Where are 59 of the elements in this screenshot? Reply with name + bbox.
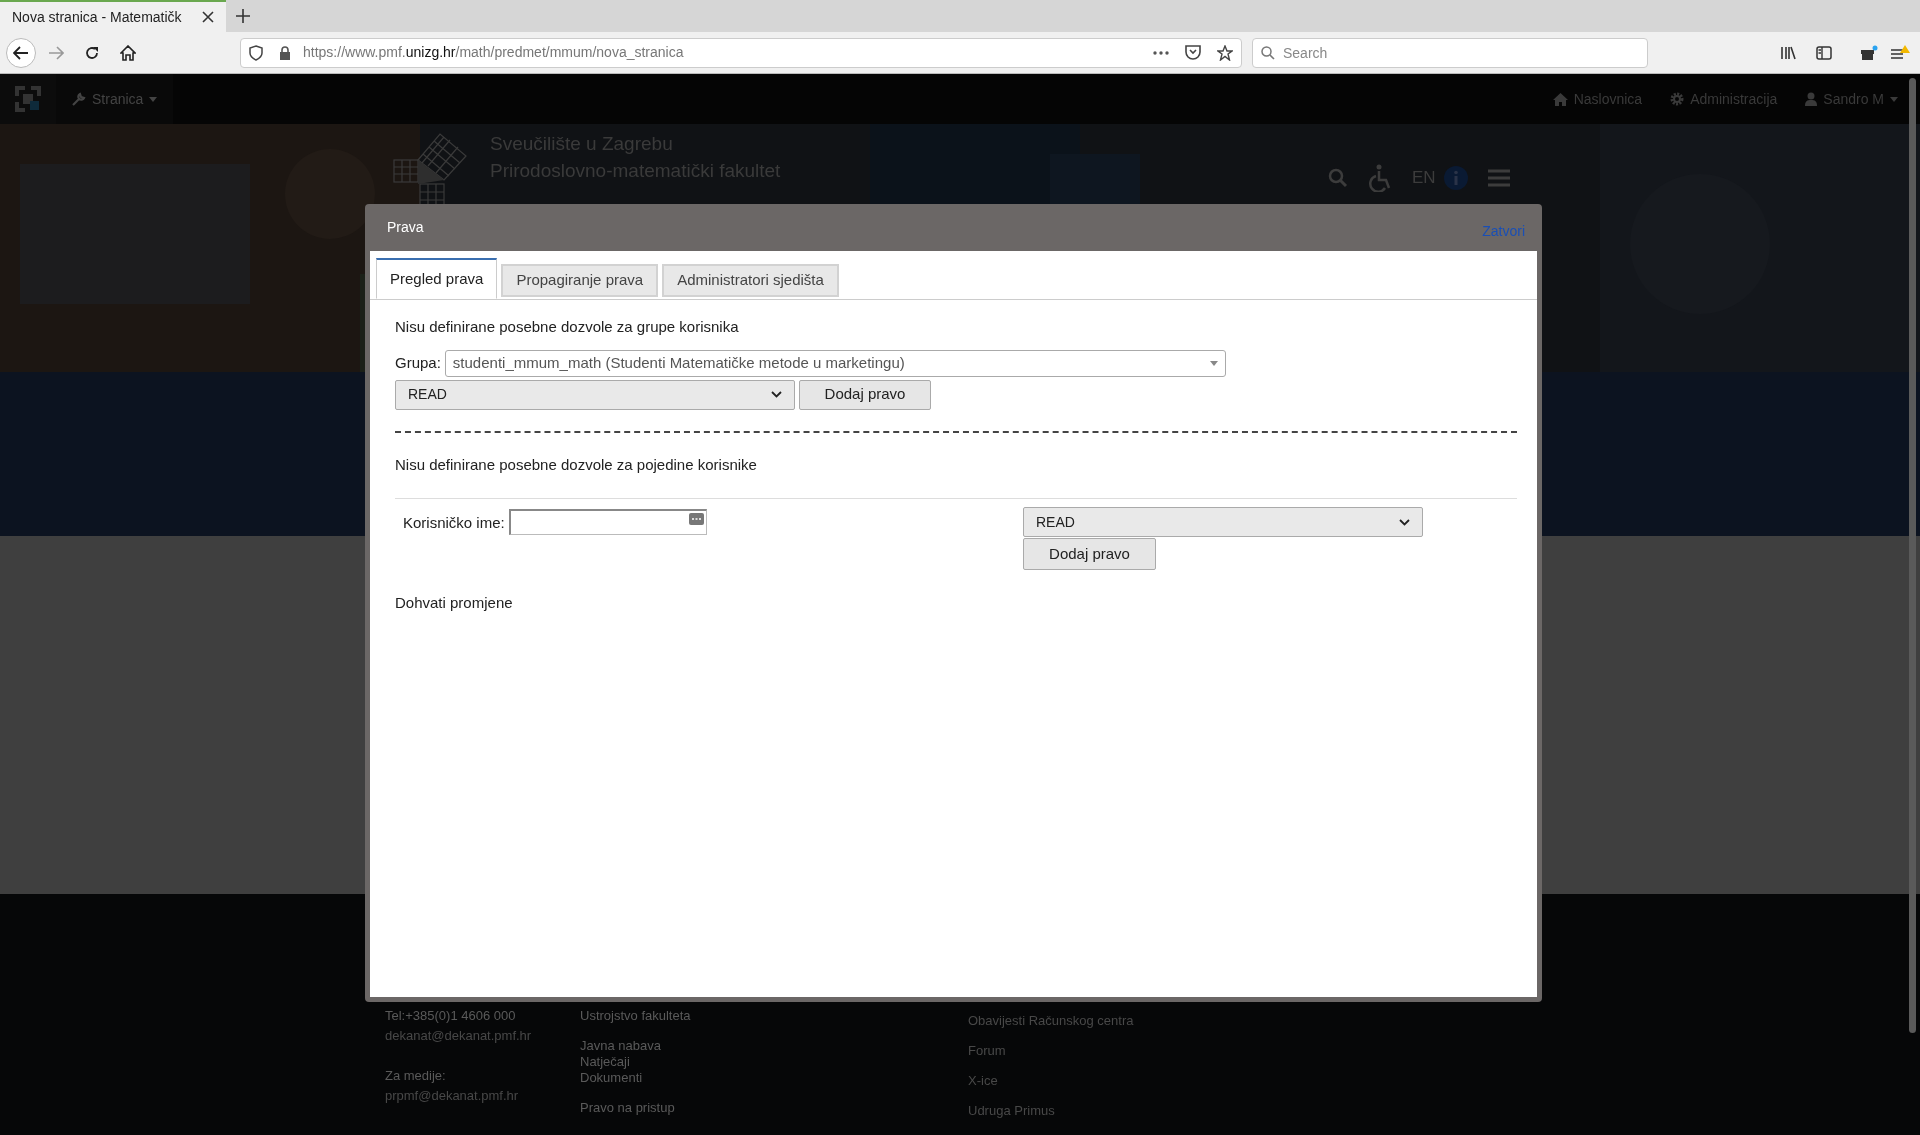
- footer-text: dekanat@dekanat.pmf.hr: [385, 1028, 533, 1044]
- user-permissions-message: Nisu definirane posebne dozvole za pojedine korisnike: [395, 454, 758, 475]
- lock-icon[interactable]: [279, 45, 291, 60]
- group-permissions-message: Nisu definirane posebne dozvole za grupe korisnika: [395, 317, 740, 337]
- back-button[interactable]: [6, 37, 36, 68]
- more-icon[interactable]: [1153, 50, 1169, 55]
- footer-text: Javna nabava: [580, 1038, 662, 1054]
- tab[interactable]: Pregled prava: [376, 258, 498, 299]
- chevron-down-icon: [1399, 518, 1410, 526]
- library-icon[interactable]: [1780, 45, 1796, 60]
- fetch-changes-link[interactable]: Dohvati promjene: [395, 592, 513, 615]
- wrench-icon: [72, 92, 86, 106]
- footer-text: Za medije:: [385, 1068, 447, 1084]
- tab[interactable]: Propagiranje prava: [501, 264, 659, 297]
- dialog-title: Prava: [387, 218, 424, 237]
- footer-text: Natječaji: [580, 1054, 631, 1070]
- reload-icon[interactable]: [84, 44, 100, 61]
- footer-text: prpmf@dekanat.pmf.hr: [385, 1088, 520, 1104]
- caret-icon: [1890, 96, 1898, 102]
- home-icon[interactable]: [120, 44, 136, 61]
- footer-text: X-ice: [968, 1073, 999, 1089]
- star-icon[interactable]: [1217, 44, 1233, 61]
- username-field[interactable]: [508, 509, 707, 535]
- search-field[interactable]: Search: [1252, 37, 1648, 68]
- footer-text: Udruga Primus: [968, 1103, 1056, 1119]
- close-icon[interactable]: [202, 11, 214, 23]
- password-manager-icon[interactable]: [688, 513, 704, 525]
- group-select[interactable]: studenti_mmum_math (Studenti Matematičke metode u marketingu): [444, 349, 1226, 377]
- pocket-icon[interactable]: [1185, 45, 1201, 60]
- new-tab-icon[interactable]: [236, 9, 250, 23]
- caret-icon: [1209, 360, 1218, 366]
- chevron-down-icon: [771, 391, 782, 398]
- user-icon: [1805, 92, 1818, 106]
- menu-warning-icon[interactable]: [1890, 44, 1910, 61]
- url-text: https://www.pmf.unizg.hr/math/predmet/mmum/nova_stranica: [303, 43, 685, 62]
- gear-icon: [1670, 92, 1685, 106]
- shield-icon[interactable]: [249, 44, 263, 61]
- footer-text: Forum: [968, 1043, 1007, 1059]
- caret-icon: [149, 96, 158, 102]
- footer-text: Obavijesti Računskog centra: [968, 1013, 1135, 1029]
- group-label: Grupa:: [395, 352, 441, 373]
- footer-text: Ustrojstvo fakulteta: [580, 1008, 692, 1024]
- permission-select[interactable]: READ: [395, 379, 795, 410]
- search-icon: [1261, 45, 1275, 60]
- add-permission-button[interactable]: Dodaj pravo: [799, 379, 931, 410]
- footer-text: Pravo na pristup: [580, 1100, 676, 1116]
- add-permission-button[interactable]: Dodaj pravo: [1023, 538, 1156, 570]
- gift-icon[interactable]: [1860, 44, 1878, 61]
- address-bar[interactable]: https://www.pmf.unizg.hr/math/predmet/mmum/nova_stranica: [240, 37, 1242, 68]
- scrollbar[interactable]: [1909, 78, 1916, 1033]
- home-icon: [1552, 92, 1568, 106]
- browser-tab[interactable]: Nova stranica - Matematičk: [0, 0, 226, 32]
- username-label: Korisničko ime:: [403, 513, 505, 533]
- permission-select[interactable]: READ: [1023, 507, 1423, 537]
- tab[interactable]: Administratori sjedišta: [662, 264, 839, 297]
- footer-text: Tel:+385(0)1 4606 000: [385, 1008, 517, 1024]
- sidebar-icon[interactable]: [1816, 45, 1832, 60]
- back-arrow-icon: [13, 45, 29, 60]
- footer-text: Dokumenti: [580, 1070, 644, 1086]
